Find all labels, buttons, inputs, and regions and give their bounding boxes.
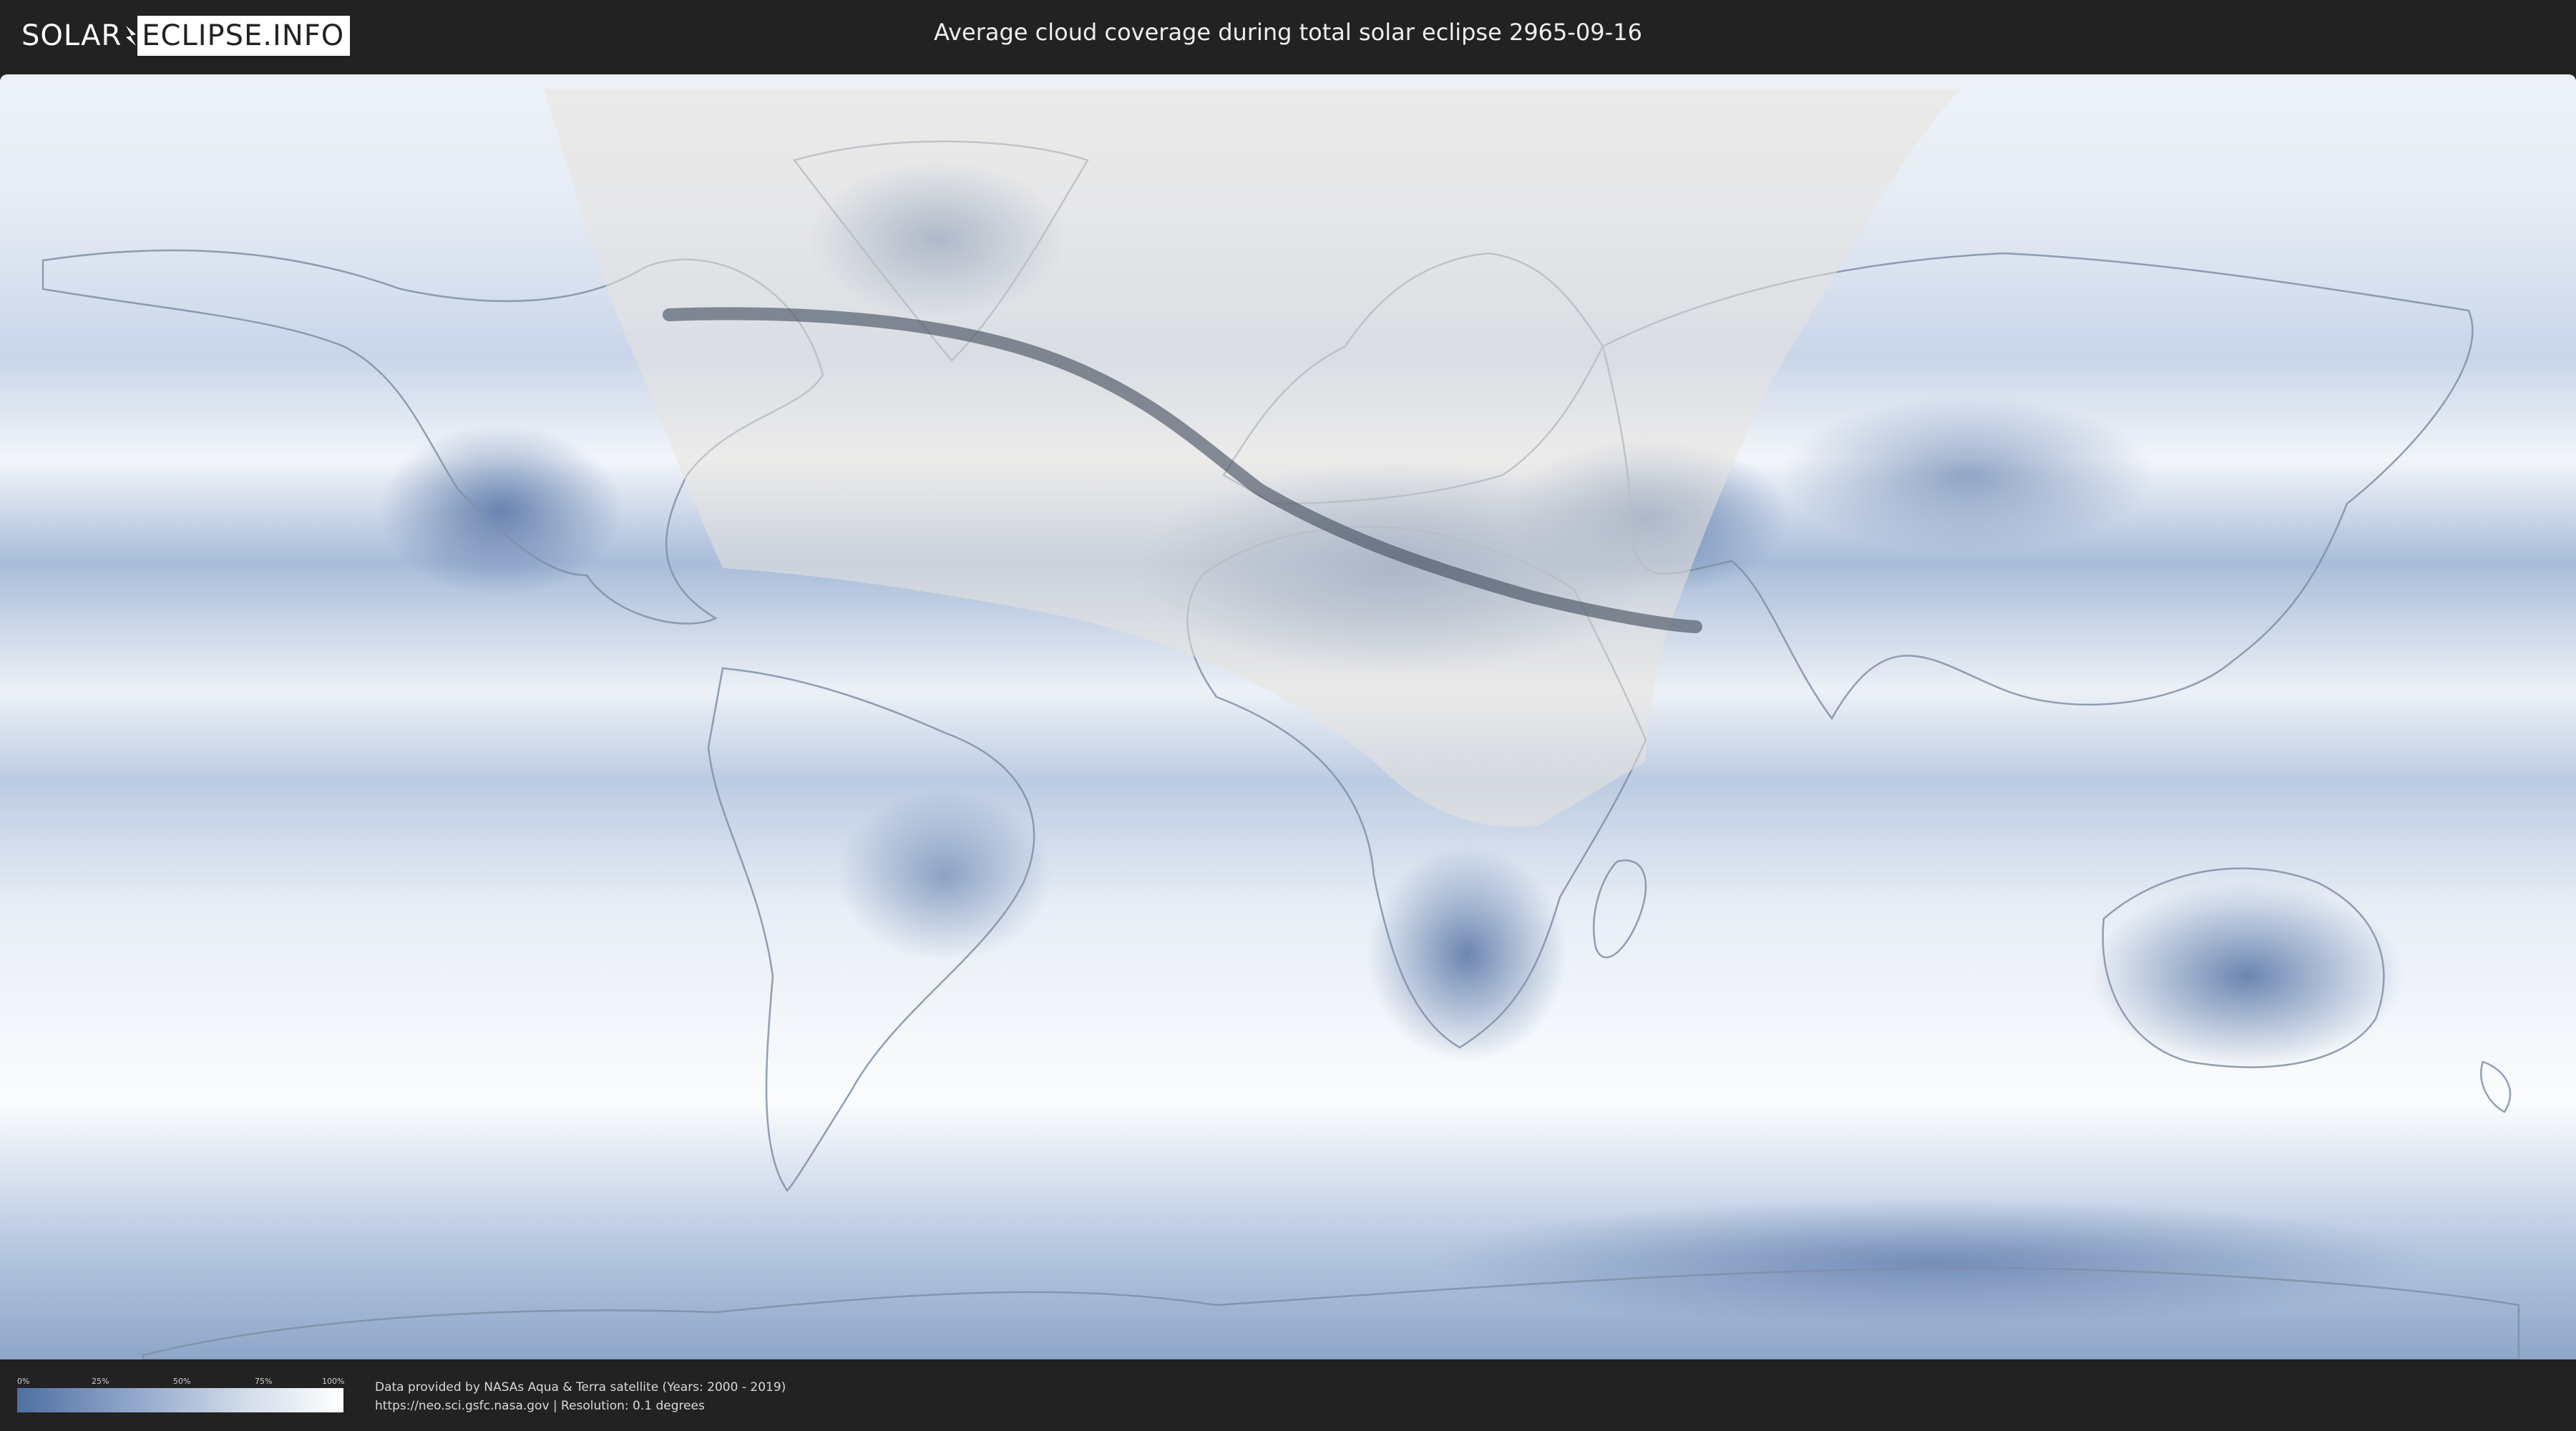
legend-tick-0: 0% [17,1377,30,1386]
legend-ticks: 0% 25% 50% 75% 100% [17,1377,345,1387]
clear-sky-patch-mexico [379,425,623,597]
clear-sky-patch-antarctica [1431,1198,2433,1327]
legend-tick-75: 75% [255,1377,273,1386]
footer-bar: 0% 25% 50% 75% 100% Data provided by NAS… [0,1359,2576,1431]
credits-line-source: Data provided by NASAs Aqua & Terra sate… [375,1380,786,1395]
clear-sky-patch-central-asia [1782,396,2154,554]
world-map-svg [0,74,2576,1359]
cloud-coverage-legend: 0% 25% 50% 75% 100% [17,1377,345,1418]
legend-tick-100: 100% [322,1377,345,1386]
legend-tick-50: 50% [173,1377,191,1386]
credits-line-url[interactable]: https://neo.sci.gsfc.nasa.gov | Resoluti… [375,1397,786,1415]
header-bar: SOLAR ECLIPSE.INFO Average cloud coverag… [0,0,2576,72]
clear-sky-patch-southern-africa [1367,847,1567,1062]
legend-gradient-bar [17,1388,343,1412]
legend-tick-25: 25% [92,1377,109,1386]
data-credits: Data provided by NASAs Aqua & Terra sate… [375,1378,786,1415]
page-title: Average cloud coverage during total sola… [934,19,1642,46]
clear-sky-patch-brazil [837,790,1052,962]
cloud-coverage-map[interactable] [0,74,2576,1359]
